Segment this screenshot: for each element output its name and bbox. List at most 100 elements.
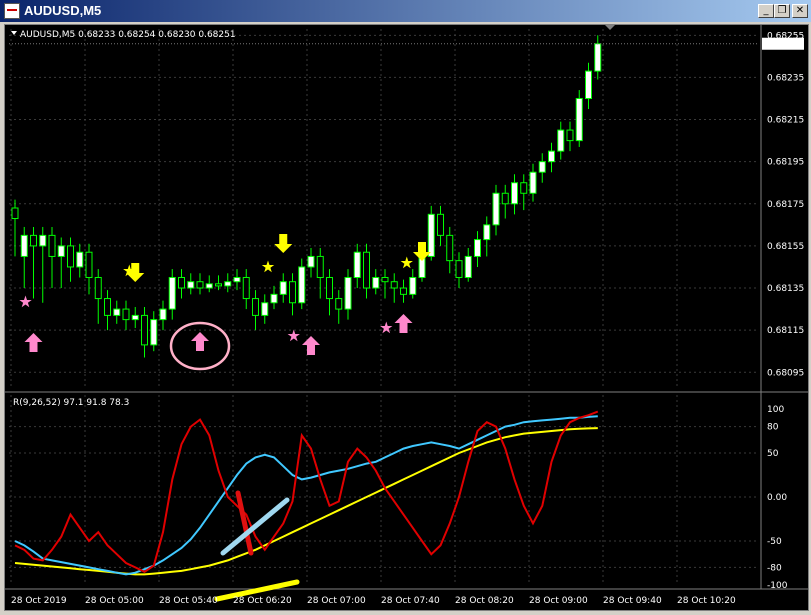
chart-area[interactable]: 0.68251 0.68255 0.68235 0.68215 0.68195 0.681… xyxy=(4,24,809,611)
star-marker xyxy=(19,295,32,308)
candle-body xyxy=(316,255,324,278)
candle-body xyxy=(30,234,37,247)
candle-body xyxy=(279,281,287,295)
price-axis-label: 0.68095 xyxy=(767,368,804,378)
candle-body xyxy=(501,192,509,205)
time-axis-label: 28 Oct 08:20 xyxy=(455,596,514,606)
candle-body xyxy=(159,308,167,321)
candle-body xyxy=(585,70,592,99)
candle-body xyxy=(94,276,102,300)
candle-body xyxy=(464,255,472,278)
time-axis-label: 28 Oct 10:20 xyxy=(677,596,736,606)
chart-app-icon xyxy=(4,3,20,19)
price-axis-label: 0.68115 xyxy=(767,326,804,336)
candle-body xyxy=(104,298,111,316)
indicator-axis-label: -80 xyxy=(767,563,782,573)
candle-body xyxy=(492,192,500,226)
candle-body xyxy=(215,283,222,287)
close-button[interactable]: ✕ xyxy=(792,4,808,18)
chart-menu-triangle-icon xyxy=(11,31,17,35)
price-axis-label: 0.68215 xyxy=(767,116,804,126)
candle-body xyxy=(529,171,537,194)
candle-body xyxy=(261,302,269,316)
time-axis-label: 28 Oct 2019 xyxy=(11,596,67,606)
candle-body xyxy=(141,314,148,346)
candle-body xyxy=(187,281,195,289)
time-axis-label: 28 Oct 09:40 xyxy=(603,596,662,606)
restore-button[interactable]: ❐ xyxy=(774,4,790,18)
minimize-button[interactable]: _ xyxy=(758,4,774,18)
candle-body xyxy=(39,234,47,247)
candle-body xyxy=(520,182,528,194)
candle-body xyxy=(548,150,555,163)
candle-body xyxy=(344,276,352,310)
price-axis-label: 0.68235 xyxy=(767,73,804,83)
candle-body xyxy=(205,283,213,289)
candle-body xyxy=(113,308,121,316)
candle-body xyxy=(400,287,407,295)
candle-body xyxy=(252,298,259,316)
candle-body xyxy=(131,314,139,321)
candle-body xyxy=(390,281,398,289)
indicator-axis-label: 100 xyxy=(767,405,784,415)
candle-body xyxy=(122,308,130,321)
candle-body xyxy=(48,234,56,257)
price-chart[interactable]: 0.682510.682550.682350.682150.681950.681… xyxy=(5,25,808,610)
star-marker xyxy=(261,260,275,273)
price-axis-label: 0.68255 xyxy=(767,31,804,41)
window-title: AUDUSD,M5 xyxy=(24,3,102,18)
candle-body xyxy=(446,234,454,262)
price-axis-label: 0.68195 xyxy=(767,158,804,168)
indicator-axis-label: 80 xyxy=(767,423,779,433)
candle-body xyxy=(224,281,232,287)
candle-body xyxy=(11,207,19,220)
candle-body xyxy=(594,43,602,72)
rsi-mid-line xyxy=(14,415,598,576)
star-marker xyxy=(400,256,413,269)
candle-body xyxy=(20,234,28,257)
candle-body xyxy=(76,251,84,268)
price-axis-label: 0.68135 xyxy=(767,284,804,294)
time-axis-label: 28 Oct 07:00 xyxy=(307,596,366,606)
candle-body xyxy=(437,213,444,236)
candle-body xyxy=(566,129,574,142)
candle-body xyxy=(455,260,463,278)
up-arrow-marker xyxy=(191,332,209,351)
down-arrow-marker xyxy=(274,234,293,253)
time-axis-label: 28 Oct 07:40 xyxy=(381,596,440,606)
candle-body xyxy=(307,255,315,268)
chart-header-text: AUDUSD,M5 0.68233 0.68254 0.68230 0.6825… xyxy=(20,30,236,40)
candle-body xyxy=(427,213,435,257)
star-marker xyxy=(380,321,393,334)
terminal-window: AUDUSD,M5 _ ❐ ✕ 0.68251 0.68255 0.68235 0.6… xyxy=(0,0,811,615)
indicator-axis-label: -100 xyxy=(767,581,788,591)
candle-body xyxy=(326,276,333,300)
candle-body xyxy=(178,276,185,289)
candle-body xyxy=(363,251,370,289)
up-arrow-marker xyxy=(24,333,43,352)
candle-body xyxy=(381,276,389,283)
candle-body xyxy=(409,276,417,295)
price-axis-label: 0.68155 xyxy=(767,242,804,252)
candle-body xyxy=(474,239,481,257)
indicator-header-text: R(9,26,52) 97.1 91.8 78.3 xyxy=(13,398,129,408)
candle-body xyxy=(242,276,250,300)
up-arrow-marker xyxy=(302,336,320,355)
chart-shift-marker-icon xyxy=(605,25,615,30)
candle-body xyxy=(511,182,518,205)
indicator-axis-label: 0.00 xyxy=(767,493,787,503)
candle-body xyxy=(372,276,380,289)
price-axis-label: 0.68175 xyxy=(767,200,804,210)
title-bar[interactable]: AUDUSD,M5 _ ❐ ✕ xyxy=(0,0,811,22)
time-axis-label: 28 Oct 05:00 xyxy=(85,596,144,606)
candle-body xyxy=(196,281,204,289)
candle-body xyxy=(233,276,241,283)
candle-body xyxy=(57,245,65,257)
candle-body xyxy=(150,319,158,346)
candle-body xyxy=(483,224,491,241)
indicator-axis-label: 50 xyxy=(767,449,779,459)
time-axis-label: 28 Oct 06:20 xyxy=(233,596,292,606)
candle-body xyxy=(353,251,361,278)
candle-body xyxy=(270,293,278,304)
candle-body xyxy=(67,245,74,268)
